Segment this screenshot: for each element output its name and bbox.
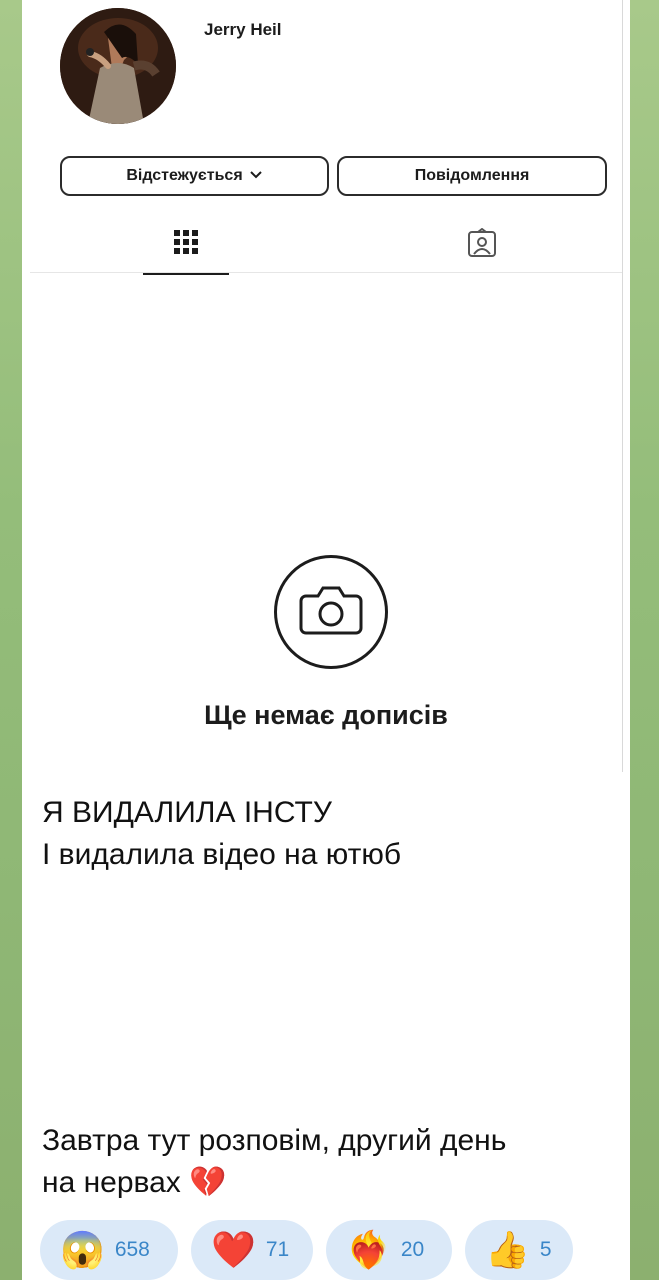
- instagram-screenshot[interactable]: Jerry Heil Відстежується Повідомлення Ще…: [30, 0, 623, 772]
- reaction-heart-on-fire[interactable]: ❤️‍🔥 20: [326, 1220, 452, 1280]
- reaction-count: 658: [114, 1238, 150, 1261]
- message-button[interactable]: Повідомлення: [337, 156, 607, 196]
- tab-tagged[interactable]: [460, 227, 504, 268]
- reaction-thumbs-up[interactable]: 👍 5: [465, 1220, 573, 1280]
- grid-icon: [174, 230, 198, 274]
- tab-posts[interactable]: [143, 222, 229, 275]
- reactions-bar: 😱 658 ❤️ 71 ❤️‍🔥 20 👍 5: [40, 1220, 573, 1280]
- avatar: [60, 8, 176, 124]
- message-line: Завтра тут розповім, другий день: [42, 1124, 507, 1157]
- message-line: Я ВИДАЛИЛА ІНСТУ: [42, 796, 332, 829]
- following-label: Відстежується: [126, 167, 243, 184]
- tagged-person-icon: [467, 227, 497, 268]
- message-text-bottom: Завтра тут розповім, другий день на нерв…: [42, 1120, 612, 1204]
- following-button[interactable]: Відстежується: [60, 156, 329, 196]
- message-bubble: Jerry Heil Відстежується Повідомлення Ще…: [22, 0, 630, 1280]
- thumbs-up-emoji-icon: 👍: [485, 1229, 530, 1270]
- reaction-count: 71: [265, 1238, 290, 1261]
- no-posts-title: Ще немає дописів: [204, 700, 448, 730]
- message-label: Повідомлення: [414, 167, 530, 184]
- empty-posts-badge: [274, 555, 388, 669]
- scream-emoji-icon: 😱: [60, 1229, 105, 1270]
- message-text-top: Я ВИДАЛИЛА ІНСТУ І видалила відео на ютю…: [42, 792, 612, 876]
- reaction-scream[interactable]: 😱 658: [40, 1220, 178, 1280]
- camera-icon: [298, 584, 364, 641]
- heart-emoji-icon: ❤️: [211, 1229, 256, 1270]
- message-line: І видалила відео на ютюб: [42, 838, 402, 871]
- profile-username[interactable]: Jerry Heil: [204, 20, 282, 40]
- chevron-down-icon: [249, 167, 263, 185]
- heart-on-fire-emoji-icon: ❤️‍🔥: [346, 1229, 391, 1270]
- reaction-count: 20: [400, 1238, 425, 1261]
- message-line: на нервах 💔: [42, 1166, 227, 1199]
- reaction-heart[interactable]: ❤️ 71: [191, 1220, 313, 1280]
- tabs-divider: [30, 272, 622, 273]
- reaction-count: 5: [539, 1238, 552, 1261]
